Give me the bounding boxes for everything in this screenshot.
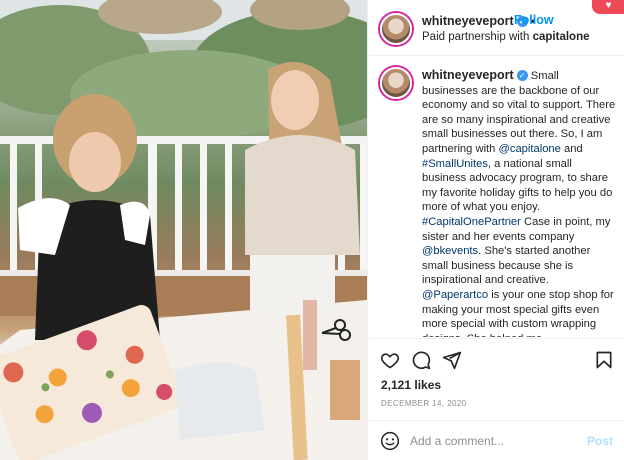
photo-roll [330,360,360,420]
photo-illustration [0,0,367,460]
post-details-panel: whitneyeveport ✓ • Follow Paid partnership… [367,0,624,460]
caption-mention-link[interactable]: #SmallUnites [422,158,488,170]
follow-button[interactable]: Follow [514,13,554,27]
caption-text-segment: and [560,142,583,155]
share-icon[interactable] [442,350,462,370]
caption-mention-link[interactable]: @bkevents [422,245,478,257]
comment-input[interactable] [410,431,570,451]
like-count[interactable]: 2,121 likes [381,378,441,392]
post-date[interactable]: DECEMBER 14, 2020 [381,399,467,408]
post-photo[interactable] [0,0,367,460]
bookmark-icon[interactable] [594,350,614,370]
photo-person-sweater [245,135,360,255]
partnership-label: Paid partnership with capitalone [422,31,590,43]
post-actions [368,338,624,378]
notification-heart-icon[interactable]: ♥ [592,0,624,14]
emoji-icon[interactable] [380,431,400,451]
caption-mention-link[interactable]: @capitalone [499,143,561,155]
post-caption: whitneyeveport ✓ Small businesses are the… [422,68,616,337]
photo-person-face [271,70,319,130]
post-header: whitneyeveport ✓ • Follow Paid partnership… [368,0,624,56]
username-link[interactable]: whitneyeveport [422,14,514,28]
comment-bar: Post [368,420,624,460]
caption-mention-link[interactable]: @Paperartco [422,289,488,301]
photo-roll [303,300,317,370]
verified-badge-icon: ✓ [516,70,528,81]
photo-person-face [69,132,121,192]
heart-icon[interactable] [380,350,400,370]
avatar[interactable] [380,13,412,45]
partnership-prefix: Paid partnership with [422,31,530,43]
caption-mention-link[interactable]: #CapitalOnePartner [422,216,521,228]
photo-person-pants [250,255,335,315]
caption-text: Small businesses are the backbone of our… [422,70,615,337]
post-comment-button[interactable]: Post [587,434,613,448]
avatar[interactable] [380,67,412,99]
comment-icon[interactable] [411,350,431,370]
photo-towel [175,362,265,440]
caption-username[interactable]: whitneyeveport [422,68,514,82]
caption-area: whitneyeveport ✓ Small businesses are the… [368,57,624,337]
partner-link[interactable]: capitalone [533,31,590,43]
